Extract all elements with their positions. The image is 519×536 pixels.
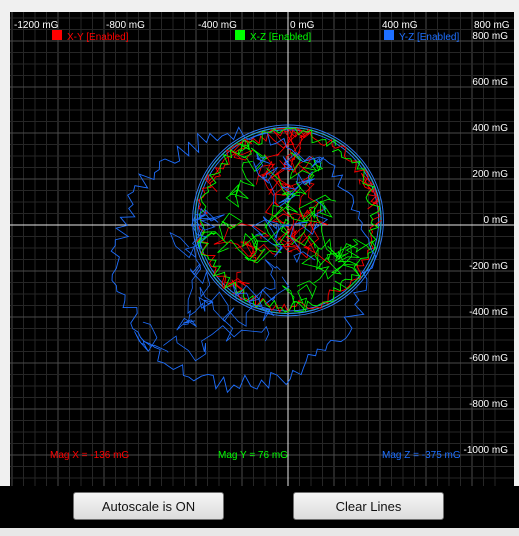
legend-label: X-Z [Enabled] [250, 32, 311, 43]
y-tick-label: 600 mG [472, 77, 508, 88]
mag-readout: Mag Y = 76 mG [218, 450, 288, 461]
clear-lines-button[interactable]: Clear Lines [293, 492, 444, 520]
y-tick-label: 0 mG [484, 215, 509, 226]
y-tick-label: -1000 mG [464, 445, 509, 456]
legend-swatch [384, 30, 394, 40]
y-tick-label: -600 mG [469, 353, 508, 364]
y-tick-label: -400 mG [469, 307, 508, 318]
magnetometer-plot: -1200 mG -800 mG -400 mG 0 mG 400 mG 800 mG 80… [10, 12, 514, 486]
x-tick-label: 800 mG [474, 20, 510, 31]
legend-swatch [52, 30, 62, 40]
y-tick-label: 800 mG [472, 31, 508, 42]
y-tick-label: -800 mG [469, 399, 508, 410]
x-tick-label: -800 mG [106, 20, 145, 31]
trace-stroke [134, 321, 169, 353]
mag-readout: Mag X = -136 mG [50, 450, 129, 461]
grid-lines [10, 12, 514, 486]
trace-stroke [176, 263, 202, 331]
y-tick-label: -200 mG [469, 261, 508, 272]
y-tick-label: 200 mG [472, 169, 508, 180]
trace-stroke [213, 223, 270, 264]
legend-label: X-Y [Enabled] [67, 32, 129, 43]
trace-stroke [223, 271, 250, 295]
legend-swatch [235, 30, 245, 40]
x-tick-label: 400 mG [382, 20, 418, 31]
mag-readout: Mag Z = -375 mG [382, 450, 461, 461]
autoscale-button[interactable]: Autoscale is ON [73, 492, 224, 520]
y-tick-label: 400 mG [472, 123, 508, 134]
x-tick-label: -400 mG [198, 20, 237, 31]
window-top-strip [0, 0, 519, 12]
plot-canvas: -1200 mG -800 mG -400 mG 0 mG 400 mG 800 mG80… [10, 12, 514, 486]
x-tick-label: 0 mG [290, 20, 315, 31]
legend-label: Y-Z [Enabled] [399, 32, 459, 43]
taskbar-strip [0, 528, 519, 536]
x-tick-label: -1200 mG [14, 20, 59, 31]
